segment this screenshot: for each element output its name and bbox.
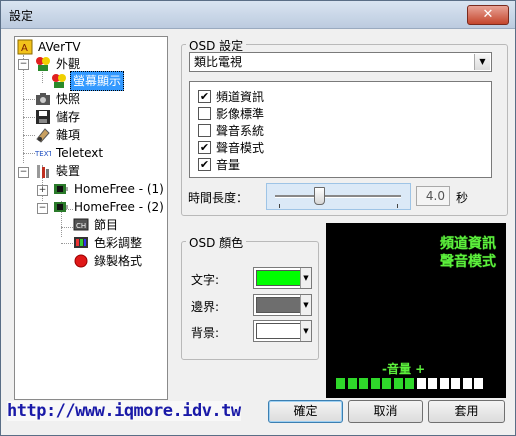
svg-text:TEXT: TEXT [35,150,51,158]
border-color-label: 邊界: [191,300,220,314]
checkbox-mark [198,107,211,120]
settings-tree[interactable]: A AVerTV − 外觀 螢幕顯示 快照 儲存 雜項 TEXT Teletex… [14,36,168,400]
apply-button[interactable]: 套用 [428,400,505,423]
volume-segment [474,378,483,389]
tree-item-devices[interactable]: 裝置 [35,162,82,180]
tree-item-teletext[interactable]: TEXT Teletext [34,144,105,162]
channel-icon: CH [73,217,89,233]
color-adjust-icon [73,235,89,251]
collapse-toggle-devices[interactable]: − [18,167,29,178]
camera-icon [35,91,51,107]
settings-dialog: 設定 ✕ A AVerTV − 外觀 螢幕顯示 快照 儲存 雜項 TEXT Te… [0,0,516,436]
duration-label: 時間長度： [188,191,249,205]
duration-value: 4.0 [416,186,450,206]
close-button[interactable]: ✕ [467,5,509,25]
chevron-down-icon: ▼ [474,54,490,70]
osd-mode-value: 類比電視 [194,55,243,69]
preview-channel-info: 頻道資訊 [440,236,496,252]
checkbox-video-standard[interactable]: 影像標準 [198,105,264,122]
cancel-button[interactable]: 取消 [348,400,423,423]
osd-color-label: OSD 顏色 [186,234,247,251]
ok-button[interactable]: 確定 [268,400,343,423]
checkbox-mark [198,124,211,137]
border-color-picker[interactable]: ▼ [253,294,312,316]
checkbox-audio-system[interactable]: 聲音系統 [198,122,264,139]
close-icon: ✕ [482,7,494,22]
border-color-swatch [256,297,302,313]
tree-item-color-adjust[interactable]: 色彩調整 [73,234,144,252]
chevron-down-icon: ▼ [300,321,311,341]
collapse-toggle-appearance[interactable]: − [18,59,29,70]
appearance-icon [35,56,51,72]
tree-item-homefree-2[interactable]: HomeFree - (2) F2 [53,198,167,216]
background-color-label: 背景: [191,326,220,340]
volume-segment [382,378,391,389]
chevron-down-icon: ▼ [300,268,311,288]
checkbox-volume[interactable]: ✔ 音量 [198,156,240,173]
tuner-icon [53,181,69,197]
checkbox-channel-info[interactable]: ✔ 頻道資訊 [198,88,264,105]
tree-item-osd[interactable]: 螢幕顯示 [51,71,125,91]
svg-text:CH: CH [76,222,86,230]
teletext-icon: TEXT [34,145,53,161]
expand-toggle-homefree-1[interactable]: + [37,185,48,196]
svg-text:A: A [21,43,28,54]
preview-audio-mode: 聲音模式 [440,254,496,270]
checkbox-mark: ✔ [198,158,211,171]
tree-item-programs[interactable]: CH 節目 [73,216,120,234]
watermark: http://www.iqmore.idv.tw [7,401,241,421]
osd-items-list: ✔ 頻道資訊 影像標準 聲音系統 ✔ 聲音模式 ✔ 音量 [189,81,492,178]
volume-segment [370,378,380,389]
volume-segment [405,378,414,389]
title-bar: 設定 ✕ [1,1,515,29]
duration-unit: 秒 [456,191,469,205]
volume-segment [359,378,368,389]
volume-segment [462,378,472,389]
tuner-icon [53,199,69,215]
volume-segment [416,378,426,389]
osd-mode-select[interactable]: 類比電視 ▼ [189,52,492,72]
avertv-icon: A [17,39,33,55]
volume-segment [439,378,449,389]
slider-thumb[interactable] [314,187,326,205]
text-color-label: 文字: [191,273,220,287]
duration-slider[interactable] [266,183,411,210]
volume-segment [428,378,437,389]
checkbox-mark: ✔ [198,90,211,103]
tree-item-avertv[interactable]: A AVerTV [17,38,83,56]
devices-icon [35,163,51,179]
text-color-picker[interactable]: ▼ [253,267,312,289]
background-color-swatch [256,323,302,339]
tree-item-snapshot[interactable]: 快照 [35,90,82,108]
volume-segment [347,378,357,389]
window-title: 設定 [9,9,34,23]
volume-segment [393,378,403,389]
floppy-icon [35,109,51,125]
chevron-down-icon: ▼ [300,295,311,315]
checkbox-mark: ✔ [198,141,211,154]
checkbox-audio-mode[interactable]: ✔ 聲音模式 [198,139,264,156]
osd-preview: 頻道資訊 聲音模式 -音量 + [326,223,506,398]
record-icon [73,253,89,269]
tree-item-save[interactable]: 儲存 [35,108,82,126]
tree-item-misc[interactable]: 雜項 [35,126,82,144]
preview-volume-label: -音量 + [382,362,426,376]
volume-segment [336,378,345,389]
osd-icon [51,73,67,89]
tree-item-record-format[interactable]: 錄製格式 [73,252,144,270]
text-color-swatch [256,270,302,286]
misc-icon [35,127,51,143]
collapse-toggle-homefree-2[interactable]: − [37,203,48,214]
tree-item-homefree-1[interactable]: HomeFree - (1) F2 [53,180,167,198]
background-color-picker[interactable]: ▼ [253,320,312,342]
volume-segment [451,378,460,389]
